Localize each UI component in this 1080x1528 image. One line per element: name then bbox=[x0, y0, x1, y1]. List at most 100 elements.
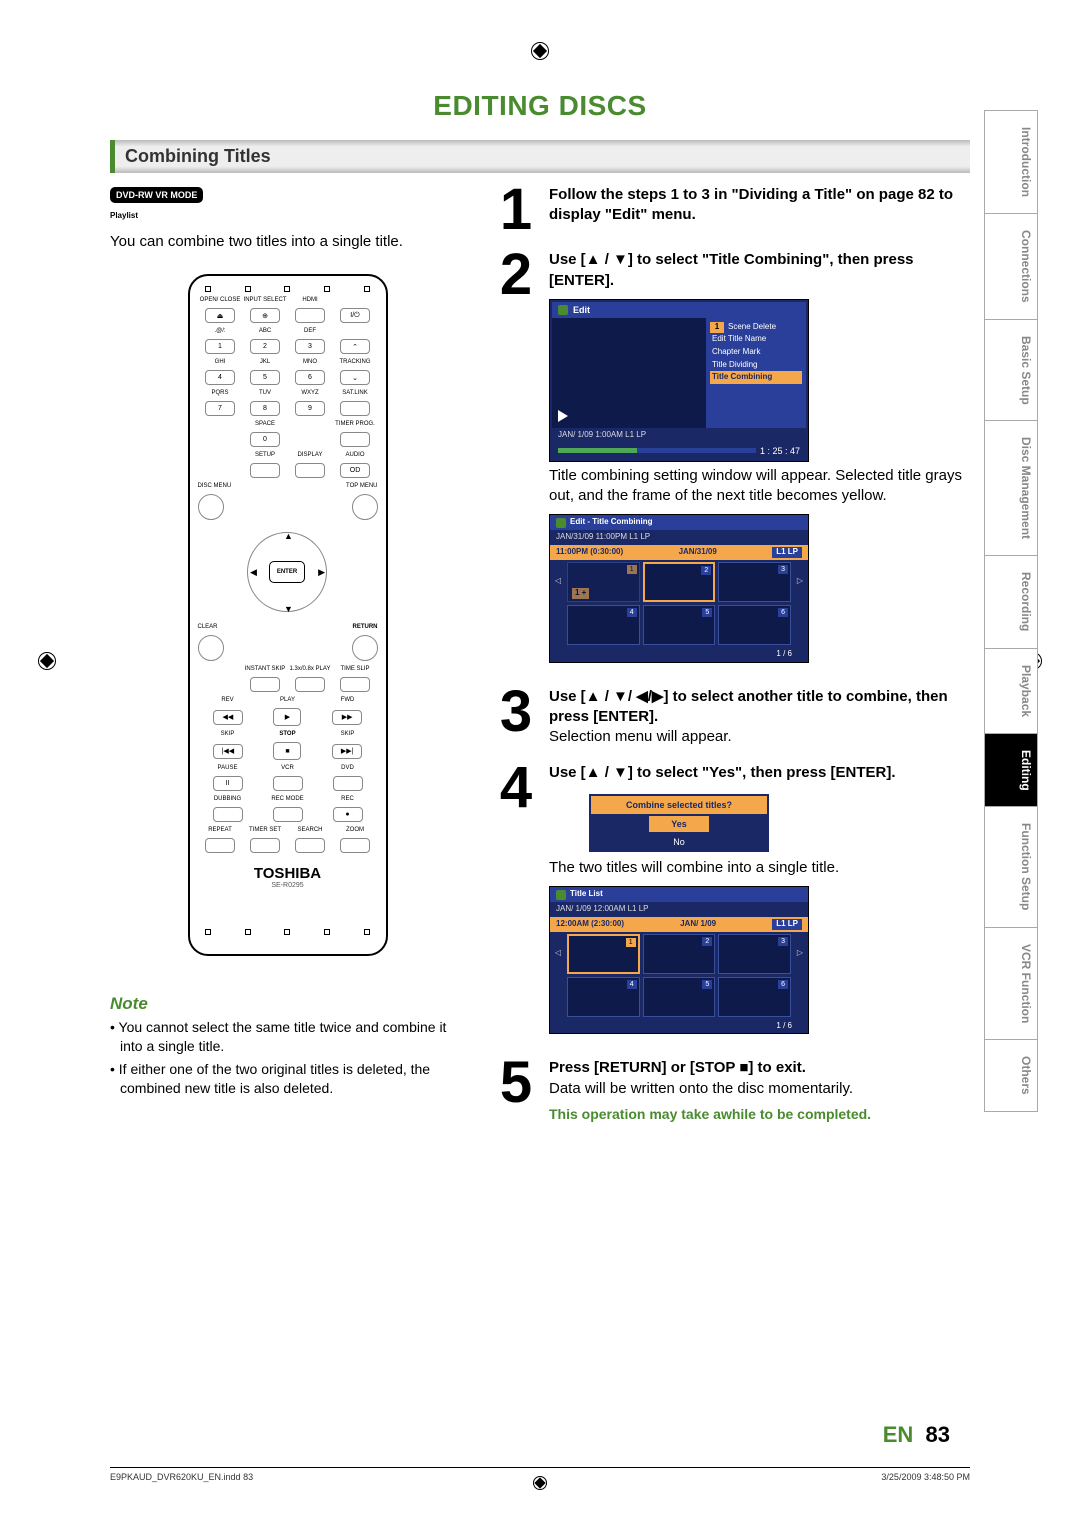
step-2-desc: Title combining setting window will appe… bbox=[549, 466, 970, 507]
key-5[interactable]: 5 bbox=[250, 370, 280, 385]
step-2: 2 Use [▲ / ▼] to select "Title Combining… bbox=[495, 250, 970, 670]
tab-connections[interactable]: Connections bbox=[984, 213, 1038, 319]
remote-model: SE-R0295 bbox=[198, 882, 378, 889]
tab-introduction[interactable]: Introduction bbox=[984, 110, 1038, 213]
return-button[interactable] bbox=[352, 635, 378, 661]
note-block: Note You cannot select the same title tw… bbox=[110, 994, 465, 1098]
rec-button[interactable]: ● bbox=[333, 807, 363, 822]
key-1[interactable]: 1 bbox=[205, 339, 235, 354]
repeat-button[interactable] bbox=[205, 838, 235, 853]
down-arrow-icon[interactable]: ▼ bbox=[284, 604, 293, 614]
display-button[interactable] bbox=[295, 463, 325, 478]
step-2-title: Use [▲ / ▼] to select "Title Combining",… bbox=[549, 250, 970, 291]
tab-function-setup[interactable]: Function Setup bbox=[984, 806, 1038, 926]
edit-menu: 1Scene Delete Edit Title Name Chapter Ma… bbox=[706, 318, 806, 428]
open-close-button[interactable]: ⏏ bbox=[205, 308, 235, 323]
tab-playback[interactable]: Playback bbox=[984, 648, 1038, 733]
key-6[interactable]: 6 bbox=[295, 370, 325, 385]
remote-control: OPEN/ CLOSEINPUT SELECTHDMI ⏏⊕I/⏻ .@/:AB… bbox=[188, 274, 388, 956]
step-4-desc: The two titles will combine into a singl… bbox=[549, 858, 970, 878]
dpad[interactable]: ▲ ▼ ◀ ▶ ENTER bbox=[240, 525, 335, 620]
left-column: DVD-RW VR MODE Playlist You can combine … bbox=[110, 185, 465, 1139]
key-8[interactable]: 8 bbox=[250, 401, 280, 416]
key-9[interactable]: 9 bbox=[295, 401, 325, 416]
section-heading: Combining Titles bbox=[110, 140, 970, 173]
timer-prog-button[interactable] bbox=[340, 432, 370, 447]
key-0[interactable]: 0 bbox=[250, 432, 280, 447]
dubbing-button[interactable] bbox=[213, 807, 243, 822]
crop-mark-bottom bbox=[533, 1476, 547, 1490]
dialog-no: No bbox=[591, 834, 767, 850]
step-1: 1 Follow the steps 1 to 3 in "Dividing a… bbox=[495, 185, 970, 234]
playlist-label: Playlist bbox=[110, 211, 138, 220]
timer-set-button[interactable] bbox=[250, 838, 280, 853]
step-number: 5 bbox=[495, 1058, 537, 1123]
instant-skip-button[interactable] bbox=[250, 677, 280, 692]
right-column: 1 Follow the steps 1 to 3 in "Dividing a… bbox=[495, 185, 970, 1139]
step-3: 3 Use [▲ / ▼/ ◀/▶] to select another tit… bbox=[495, 687, 970, 748]
key-4[interactable]: 4 bbox=[205, 370, 235, 385]
step-number: 1 bbox=[495, 185, 537, 234]
step-4: 4 Use [▲ / ▼] to select "Yes", then pres… bbox=[495, 763, 970, 1042]
play-speed-button[interactable] bbox=[295, 677, 325, 692]
title-list-screen: Title List JAN/ 1/09 12:00AM L1 LP 12:00… bbox=[549, 886, 809, 1034]
time-slip-button[interactable] bbox=[340, 677, 370, 692]
tab-editing[interactable]: Editing bbox=[984, 733, 1038, 807]
key-2[interactable]: 2 bbox=[250, 339, 280, 354]
step-number: 2 bbox=[495, 250, 537, 670]
fwd-button[interactable]: ▶▶ bbox=[332, 710, 362, 725]
tab-basic-setup[interactable]: Basic Setup bbox=[984, 319, 1038, 421]
tab-others[interactable]: Others bbox=[984, 1039, 1038, 1112]
step-5-title: Press [RETURN] or [STOP ■] to exit. bbox=[549, 1058, 970, 1078]
rec-mode-button[interactable] bbox=[273, 807, 303, 822]
zoom-button[interactable] bbox=[340, 838, 370, 853]
top-menu-button[interactable] bbox=[352, 494, 378, 520]
input-select-button[interactable]: ⊕ bbox=[250, 308, 280, 323]
page-title: EDITING DISCS bbox=[110, 90, 970, 122]
up-arrow-icon[interactable]: ▲ bbox=[284, 531, 293, 541]
step-5-desc: Data will be written onto the disc momen… bbox=[549, 1079, 970, 1099]
power-button[interactable]: I/⏻ bbox=[340, 308, 370, 323]
step-number: 3 bbox=[495, 687, 537, 748]
clear-button[interactable] bbox=[198, 635, 224, 661]
side-tabs: Introduction Connections Basic Setup Dis… bbox=[984, 110, 1038, 1112]
footer-right: 3/25/2009 3:48:50 PM bbox=[881, 1472, 970, 1482]
hdmi-button[interactable] bbox=[295, 308, 325, 323]
vcr-button[interactable] bbox=[273, 776, 303, 791]
note-item: You cannot select the same title twice a… bbox=[110, 1018, 465, 1056]
dialog-yes: Yes bbox=[649, 816, 709, 832]
note-heading: Note bbox=[110, 994, 465, 1014]
enter-button[interactable]: ENTER bbox=[269, 561, 305, 583]
skip-fwd-button[interactable]: ▶▶| bbox=[332, 744, 362, 759]
right-arrow-icon[interactable]: ▶ bbox=[318, 567, 325, 578]
play-button[interactable]: ▶ bbox=[273, 708, 301, 726]
ch-down-button[interactable]: ⌄ bbox=[340, 370, 370, 385]
step-3-title: Use [▲ / ▼/ ◀/▶] to select another title… bbox=[549, 687, 970, 728]
satlink-button[interactable] bbox=[340, 401, 370, 416]
play-icon bbox=[558, 410, 568, 422]
dvd-button[interactable] bbox=[333, 776, 363, 791]
step-number: 4 bbox=[495, 763, 537, 1042]
pause-button[interactable]: II bbox=[213, 776, 243, 791]
page-footer: EN 83 bbox=[883, 1422, 950, 1448]
key-3[interactable]: 3 bbox=[295, 339, 325, 354]
rev-button[interactable]: ◀◀ bbox=[213, 710, 243, 725]
tab-disc-management[interactable]: Disc Management bbox=[984, 420, 1038, 555]
step-4-title: Use [▲ / ▼] to select "Yes", then press … bbox=[549, 763, 970, 783]
disc-menu-button[interactable] bbox=[198, 494, 224, 520]
search-button[interactable] bbox=[295, 838, 325, 853]
dvd-rw-icon: DVD-RW VR MODE bbox=[110, 187, 203, 203]
skip-back-button[interactable]: |◀◀ bbox=[213, 744, 243, 759]
key-7[interactable]: 7 bbox=[205, 401, 235, 416]
stop-button[interactable]: ■ bbox=[273, 742, 301, 760]
left-arrow-icon[interactable]: ◀ bbox=[250, 567, 257, 578]
ch-up-button[interactable]: ⌃ bbox=[340, 339, 370, 354]
screen-icon bbox=[558, 305, 568, 315]
intro-text: You can combine two titles into a single… bbox=[110, 231, 465, 252]
edit-screen: Edit 1Scene Delete Edit Title Name Chapt… bbox=[549, 299, 809, 462]
tab-recording[interactable]: Recording bbox=[984, 555, 1038, 647]
dvd-badge-block: DVD-RW VR MODE Playlist bbox=[110, 185, 465, 221]
audio-button[interactable]: OD bbox=[340, 463, 370, 478]
setup-button[interactable] bbox=[250, 463, 280, 478]
tab-vcr-function[interactable]: VCR Function bbox=[984, 927, 1038, 1039]
